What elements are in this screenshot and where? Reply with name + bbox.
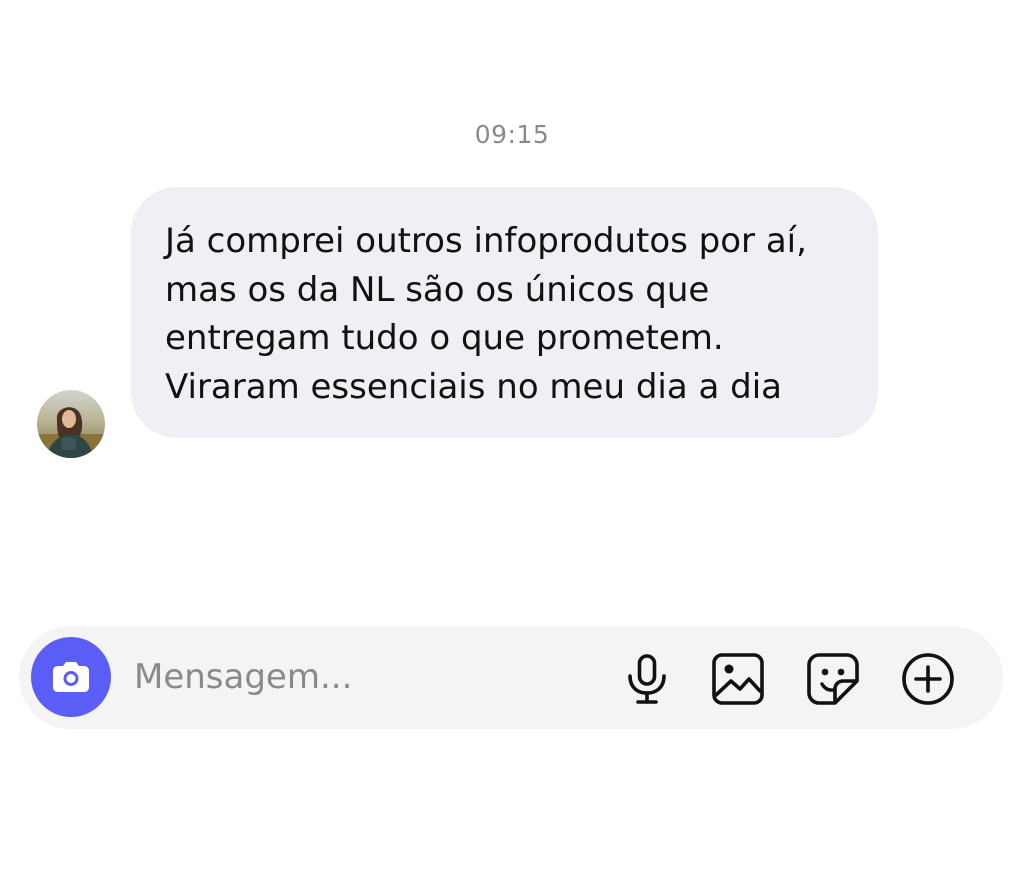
avatar-photo [37, 390, 105, 458]
plus-circle-icon [902, 653, 954, 705]
gallery-icon [712, 653, 764, 705]
message-text-line: entregam tudo o que prometem. [165, 318, 724, 358]
message-timestamp: 09:15 [474, 120, 550, 149]
avatar[interactable] [37, 390, 105, 458]
received-message-bubble[interactable]: Já comprei outros infoprodutos por aí, m… [131, 187, 878, 438]
camera-button[interactable] [31, 637, 111, 717]
message-input[interactable] [134, 652, 574, 702]
more-options-button[interactable] [900, 651, 956, 707]
message-text-line: Já comprei outros infoprodutos por aí, [165, 221, 807, 261]
message-composer [19, 626, 1003, 729]
camera-icon [53, 662, 89, 692]
gallery-button[interactable] [710, 651, 766, 707]
sticker-button[interactable] [805, 651, 861, 707]
voice-message-button[interactable] [619, 651, 675, 707]
message-text-line: Viraram essenciais no meu dia a dia [165, 366, 782, 407]
message-text-line: mas os da NL são os únicos que [165, 269, 710, 310]
microphone-icon [628, 654, 666, 704]
sticker-icon [807, 653, 859, 705]
